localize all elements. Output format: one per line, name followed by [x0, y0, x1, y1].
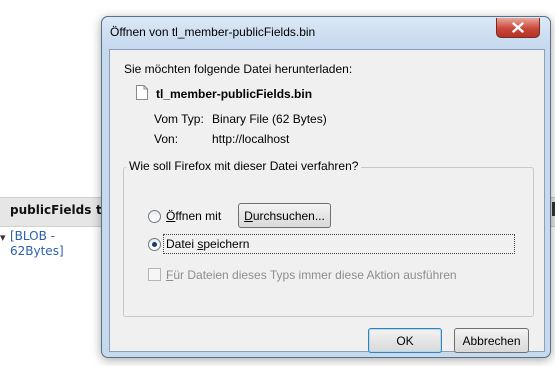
download-dialog: Öffnen von tl_member-publicFields.bin Si…: [101, 16, 551, 358]
file-source-value: http://localhost: [212, 132, 290, 146]
open-with-radio[interactable]: [148, 210, 161, 223]
browse-button-rest: urchsuchen...: [252, 208, 325, 223]
save-file-label[interactable]: Datei speichern: [166, 237, 249, 251]
open-with-label-rest: ffnen mit: [175, 209, 222, 223]
file-type-label: Vom Typ:: [154, 112, 204, 126]
close-button[interactable]: [496, 18, 540, 38]
file-name: tl_member-publicFields.bin: [156, 87, 313, 101]
save-file-radio[interactable]: [148, 238, 161, 251]
dialog-body: Sie möchten folgende Datei herunterladen…: [109, 49, 545, 353]
dialog-titlebar[interactable]: Öffnen von tl_member-publicFields.bin: [102, 17, 550, 49]
dialog-title: Öffnen von tl_member-publicFields.bin: [110, 25, 316, 39]
column-header-publicfields[interactable]: publicFields: [10, 203, 91, 217]
open-with-label[interactable]: Öffnen mit: [166, 209, 221, 223]
download-prompt: Sie möchten folgende Datei herunterladen…: [124, 62, 353, 76]
file-type-value: Binary File (62 Bytes): [212, 112, 327, 126]
file-icon: [136, 85, 148, 100]
always-do-checkbox[interactable]: [148, 268, 161, 281]
browse-button[interactable]: Durchsuchen...: [238, 203, 331, 228]
ok-button[interactable]: OK: [368, 328, 442, 353]
row-arrow-icon: ▾: [0, 231, 6, 244]
radio-selected-dot: [152, 242, 157, 247]
blob-link[interactable]: [BLOB - 62Bytes]: [10, 229, 80, 259]
cancel-button[interactable]: Abbrechen: [454, 328, 529, 353]
always-do-label[interactable]: Für Dateien dieses Typs immer diese Akti…: [166, 268, 457, 282]
action-group-legend: Wie soll Firefox mit dieser Datei verfah…: [126, 159, 362, 173]
file-source-label: Von:: [154, 132, 179, 146]
close-icon: [512, 22, 524, 33]
